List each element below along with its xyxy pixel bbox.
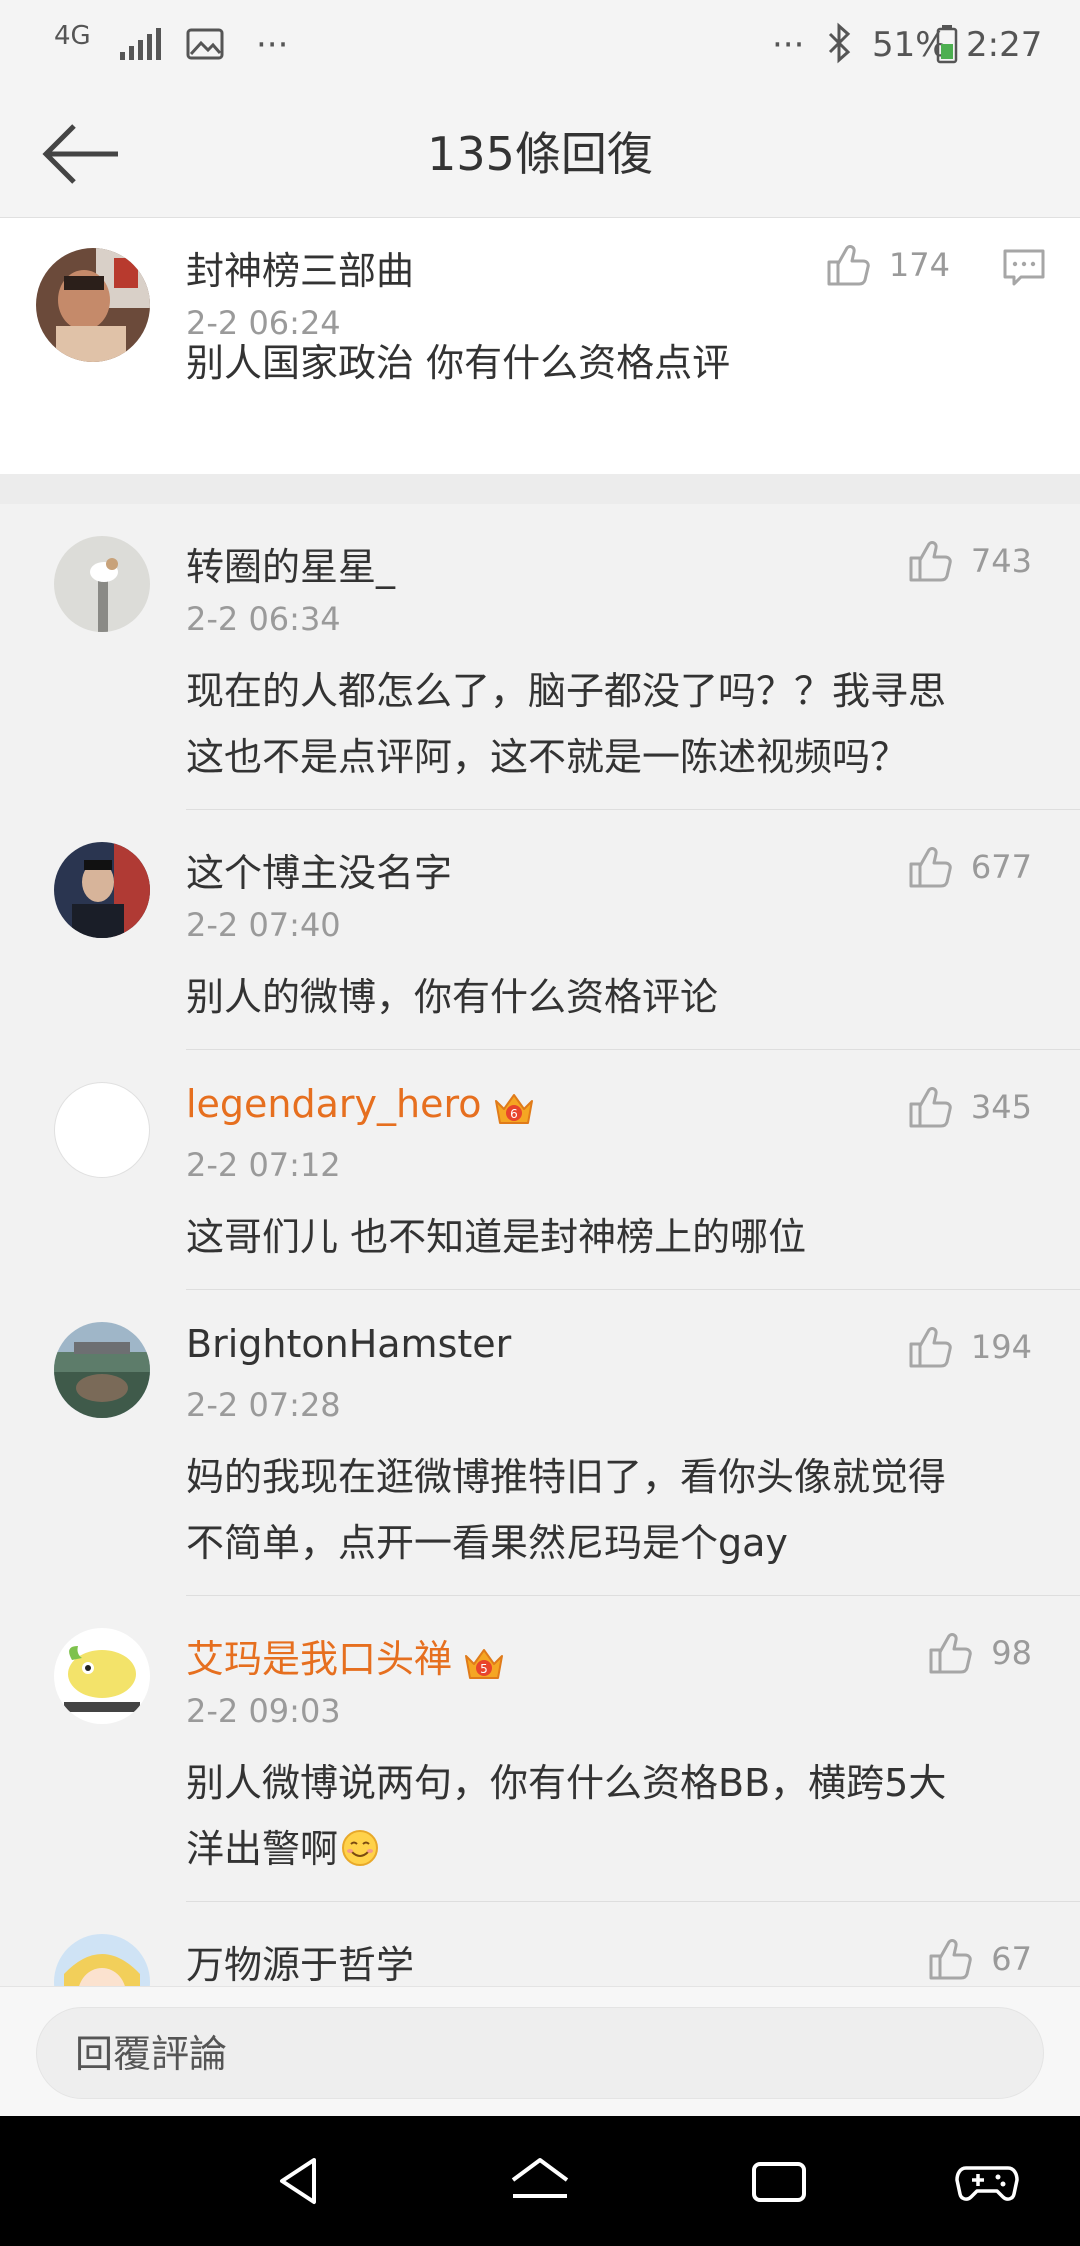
gamepad-icon: [955, 2166, 1019, 2201]
comment-time: 2-2 07:12: [186, 1146, 341, 1184]
list-item: 万物源于哲学 67: [0, 1902, 1080, 1986]
vip-crown-icon: 5: [465, 1648, 504, 1679]
network-type: 4G: [54, 21, 91, 51]
reply-input[interactable]: 回覆評論: [36, 2007, 1044, 2099]
comment-text: 别人国家政治 你有什么资格点评: [186, 341, 731, 385]
username[interactable]: 封神榜三部曲: [186, 240, 414, 295]
thumbs-up-icon: [929, 1633, 973, 1674]
like-count: 677: [970, 848, 1032, 886]
status-bar: 4G ··· ··· 51% 2:27: [0, 0, 1080, 90]
list-item: legendary_hero 6 2-2 07:12 这哥们儿 也不知道是封神榜…: [0, 1050, 1080, 1290]
like-count: 194: [970, 1328, 1032, 1366]
thumbs-up-icon: [909, 1087, 952, 1128]
avatar[interactable]: [54, 1628, 150, 1724]
back-button[interactable]: [38, 118, 128, 190]
like-count: 67: [991, 1940, 1032, 1978]
avatar[interactable]: [36, 248, 150, 362]
back-arrow-icon: [42, 124, 118, 184]
comment-icon: [1003, 249, 1045, 286]
like-count: 345: [970, 1088, 1032, 1126]
title-bar: 135條回復: [0, 90, 1080, 218]
list-item: 艾玛是我口头禅 5 2-2 09:03 别人微博说两句，你有什么资格BB，横跨5…: [0, 1596, 1080, 1902]
like-button[interactable]: 345: [907, 1082, 1032, 1132]
avatar[interactable]: [54, 1082, 150, 1178]
like-button[interactable]: 194: [907, 1322, 1032, 1372]
username[interactable]: 这个博主没名字: [186, 842, 452, 897]
comment-text: 现在的人都怎么了，脑子都没了吗？？我寻思 这也不是点评阿，这不就是一陈述视频吗？: [186, 669, 947, 779]
like-button[interactable]: 98: [927, 1628, 1032, 1678]
clock: 2:27: [966, 25, 1043, 65]
like-button[interactable]: 743: [907, 536, 1032, 586]
list-item: 转圈的星星_ 2-2 06:34 现在的人都怎么了，脑子都没了吗？？我寻思 这也…: [0, 504, 1080, 810]
username[interactable]: 万物源于哲学: [186, 1934, 414, 1986]
vip-crown-icon: 6: [494, 1093, 533, 1124]
main-comment: 封神榜三部曲 2-2 06:24 别人国家政治 你有什么资格点评 174: [0, 218, 1080, 474]
reply-button[interactable]: [1002, 248, 1046, 288]
svg-text:6: 6: [510, 1107, 518, 1121]
list-item: 这个博主没名字 2-2 07:40 别人的微博，你有什么资格评论 677: [0, 810, 1080, 1050]
thumbs-up-icon: [909, 847, 952, 888]
section-divider: [0, 474, 1080, 504]
comment-time: 2-2 09:03: [186, 1692, 341, 1730]
system-nav-bar: [0, 2116, 1080, 2246]
nav-home-button[interactable]: [505, 2146, 575, 2216]
comment-text: 别人微博说两句，你有什么资格BB，横跨5大 洋出警啊: [186, 1761, 947, 1871]
status-overflow-left: ···: [256, 25, 289, 65]
like-count: 743: [970, 542, 1032, 580]
avatar[interactable]: [54, 842, 150, 938]
game-mode-button[interactable]: [952, 2146, 1022, 2216]
like-button[interactable]: 174: [825, 240, 950, 290]
page-title: 135條回復: [427, 127, 653, 181]
status-overflow-right: ···: [772, 25, 805, 65]
like-count: 174: [888, 246, 950, 284]
comment-time: 2-2 06:34: [186, 600, 341, 638]
avatar[interactable]: [54, 1934, 150, 1986]
username[interactable]: 艾玛是我口头禅 5: [186, 1628, 506, 1683]
svg-text:5: 5: [480, 1662, 488, 1676]
reply-list: 转圈的星星_ 2-2 06:34 现在的人都怎么了，脑子都没了吗？？我寻思 这也…: [0, 504, 1080, 1986]
image-icon: [186, 28, 224, 60]
battery-icon: [936, 25, 958, 64]
comment-text: 这哥们儿 也不知道是封神榜上的哪位: [186, 1215, 807, 1259]
avatar[interactable]: [54, 1322, 150, 1418]
nav-recents-button[interactable]: [744, 2146, 814, 2216]
nav-back-button[interactable]: [266, 2146, 336, 2216]
like-count: 98: [991, 1634, 1032, 1672]
signal-icon: [120, 28, 161, 60]
reply-input-placeholder: 回覆評論: [75, 2032, 228, 2076]
username[interactable]: 转圈的星星_: [186, 536, 395, 591]
bluetooth-icon: [828, 22, 851, 64]
smile-emoji-icon: [342, 1830, 379, 1866]
nav-recents-icon: [752, 2162, 806, 2202]
comment-text: 妈的我现在逛微博推特旧了，看你头像就觉得 不简单，点开一看果然尼玛是个gay: [186, 1455, 947, 1565]
thumbs-up-icon: [909, 1327, 952, 1368]
nav-home-icon: [511, 2158, 569, 2198]
thumbs-up-icon: [909, 541, 952, 582]
like-button[interactable]: 67: [927, 1934, 1032, 1984]
comment-time: 2-2 07:28: [186, 1386, 341, 1424]
thumbs-up-icon: [929, 1939, 973, 1980]
username[interactable]: legendary_hero 6: [186, 1082, 536, 1127]
thumbs-up-icon: [827, 245, 870, 286]
comment-time: 2-2 07:40: [186, 906, 341, 944]
list-item: BrightonHamster 2-2 07:28 妈的我现在逛微博推特旧了，看…: [0, 1290, 1080, 1596]
username[interactable]: BrightonHamster: [186, 1322, 511, 1366]
comment-text: 别人的微博，你有什么资格评论: [186, 975, 719, 1019]
like-button[interactable]: 677: [907, 842, 1032, 892]
reply-input-area: 回覆評論: [0, 1986, 1080, 2116]
nav-back-icon: [280, 2158, 316, 2204]
avatar[interactable]: [54, 536, 150, 632]
